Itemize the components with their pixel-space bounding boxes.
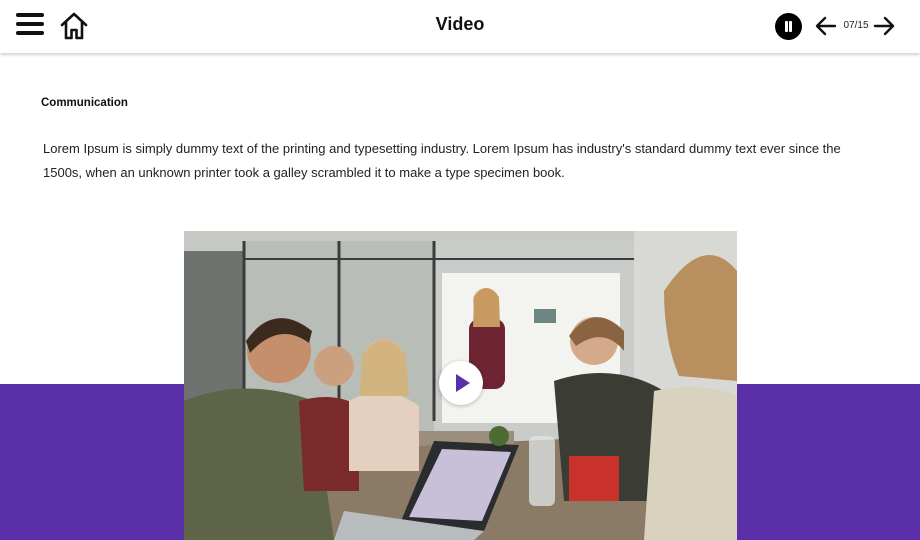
arrow-right-icon[interactable] [873,15,895,37]
page-counter: 07/15 [843,20,869,31]
body-paragraph: Lorem Ipsum is simply dummy text of the … [43,141,841,180]
section-heading: Communication [41,97,128,109]
top-bar: Video 07/15 [0,0,920,53]
pause-icon[interactable] [775,13,802,40]
play-icon[interactable] [439,361,483,405]
arrow-left-icon[interactable] [815,15,837,37]
